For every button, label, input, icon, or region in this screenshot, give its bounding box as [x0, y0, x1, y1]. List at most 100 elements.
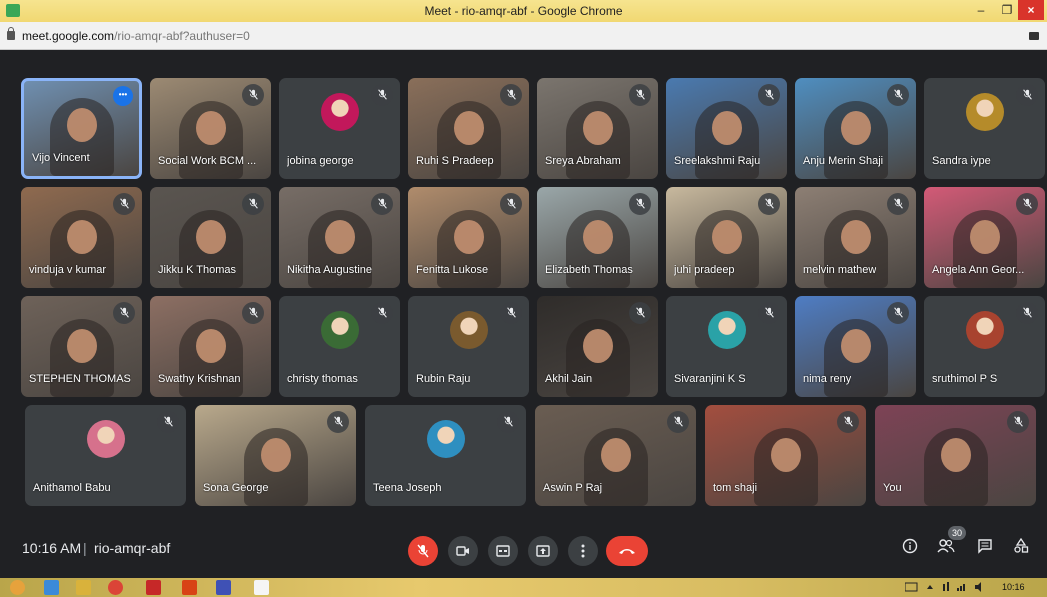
participant-tile[interactable]: Swathy Krishnan	[150, 296, 271, 397]
mic-off-icon	[371, 84, 393, 106]
url-path: /rio-amqr-abf?authuser=0	[114, 29, 250, 43]
participant-video	[178, 210, 243, 288]
participant-tile[interactable]: Sivaranjini K S	[666, 296, 787, 397]
url-text[interactable]: meet.google.com/rio-amqr-abf?authuser=0	[22, 29, 250, 43]
participant-tile[interactable]: Anju Merin Shaji	[795, 78, 916, 179]
cast-icon[interactable]	[1029, 32, 1039, 40]
participant-tile[interactable]: Rubin Raju	[408, 296, 529, 397]
people-icon[interactable]	[934, 538, 958, 562]
participant-tile[interactable]: Aswin P Raj	[535, 405, 696, 506]
participant-tile[interactable]: melvin mathew	[795, 187, 916, 288]
meeting-time: 10:16 AM	[22, 540, 82, 556]
participant-tile[interactable]: Anithamol Babu	[25, 405, 186, 506]
participant-tile[interactable]: Nikitha Augustine	[279, 187, 400, 288]
participant-tile[interactable]: sruthimol P S	[924, 296, 1045, 397]
participant-tile[interactable]: ••• Vijo Vincent	[21, 78, 142, 179]
participant-name: Aswin P Raj	[543, 482, 603, 494]
captions-icon[interactable]	[488, 536, 518, 566]
mic-off-icon	[629, 302, 651, 324]
ie-icon[interactable]	[44, 580, 59, 595]
participant-video	[307, 210, 372, 288]
start-icon[interactable]	[10, 580, 25, 595]
mic-off-icon[interactable]	[408, 536, 438, 566]
participant-tile[interactable]: Social Work BCM ...	[150, 78, 271, 179]
participant-name: STEPHEN THOMAS	[29, 373, 131, 385]
participant-tile[interactable]: juhi pradeep	[666, 187, 787, 288]
participant-name: juhi pradeep	[674, 264, 735, 276]
mic-off-icon	[371, 193, 393, 215]
address-bar[interactable]: meet.google.com/rio-amqr-abf?authuser=0	[0, 22, 1047, 50]
mic-off-icon	[1016, 193, 1038, 215]
participant-avatar	[965, 93, 1004, 132]
minimize-button[interactable]: –	[968, 0, 994, 20]
participant-name: Fenitta Lukose	[416, 264, 489, 276]
chrome-icon[interactable]	[108, 580, 123, 595]
participant-name: Sivaranjini K S	[674, 373, 746, 385]
document-icon[interactable]	[254, 580, 269, 595]
participant-tile[interactable]: Sona George	[195, 405, 356, 506]
info-icon[interactable]	[898, 538, 922, 562]
participant-tile[interactable]: Sreya Abraham	[537, 78, 658, 179]
participant-tile[interactable]: Fenitta Lukose	[408, 187, 529, 288]
participant-video	[565, 319, 630, 397]
participant-video	[694, 210, 759, 288]
window-title: Meet - rio-amqr-abf - Google Chrome	[424, 4, 623, 18]
participant-video	[923, 428, 988, 506]
participant-avatar	[320, 311, 359, 350]
maximize-button[interactable]: ❐	[994, 0, 1020, 20]
participant-name: nima reny	[803, 373, 852, 385]
participant-tile[interactable]: Elizabeth Thomas	[537, 187, 658, 288]
participant-name: Nikitha Augustine	[287, 264, 372, 276]
participant-name: Anithamol Babu	[33, 482, 111, 494]
participant-tile[interactable]: Ruhi S Pradeep	[408, 78, 529, 179]
participant-name: Sandra iype	[932, 155, 991, 167]
close-button[interactable]: ×	[1018, 0, 1044, 20]
participant-name: jobina george	[287, 155, 354, 167]
activities-icon[interactable]	[1009, 537, 1033, 562]
mic-off-icon	[887, 302, 909, 324]
more-options-icon[interactable]: •••	[113, 86, 133, 106]
mic-off-icon	[1007, 411, 1029, 433]
camera-icon[interactable]	[448, 536, 478, 566]
participant-tile[interactable]: Sandra iype	[924, 78, 1045, 179]
present-icon[interactable]	[528, 536, 558, 566]
mic-off-icon	[327, 411, 349, 433]
app-icon[interactable]	[182, 580, 197, 595]
participant-video	[178, 319, 243, 397]
participant-name: Angela Ann Geor...	[932, 264, 1025, 276]
mic-off-icon	[371, 302, 393, 324]
chat-icon[interactable]	[973, 538, 997, 562]
participant-tile[interactable]: Sreelakshmi Raju	[666, 78, 787, 179]
folder-icon[interactable]	[76, 580, 91, 595]
participant-avatar	[86, 420, 125, 459]
participant-avatar	[707, 311, 746, 350]
mic-off-icon	[157, 411, 179, 433]
participant-tile[interactable]: tom shaji	[705, 405, 866, 506]
media-icon[interactable]	[216, 580, 231, 595]
participant-tile[interactable]: Teena Joseph	[365, 405, 526, 506]
meet-grid: ••• Vijo Vincent Social Work BCM ... jobina…	[0, 50, 1047, 578]
participant-tile[interactable]: Angela Ann Geor...	[924, 187, 1045, 288]
mic-off-icon	[758, 193, 780, 215]
meeting-code: rio-amqr-abf	[94, 540, 171, 556]
system-tray[interactable]	[904, 581, 995, 596]
participant-tile[interactable]: Akhil Jain	[537, 296, 658, 397]
participant-tile[interactable]: nima reny	[795, 296, 916, 397]
participant-video	[952, 210, 1017, 288]
participant-tile[interactable]: jobina george	[279, 78, 400, 179]
participant-name: christy thomas	[287, 373, 358, 385]
mic-off-icon	[667, 411, 689, 433]
participant-tile[interactable]: You	[875, 405, 1036, 506]
participant-name: Ruhi S Pradeep	[416, 155, 494, 167]
pdf-icon[interactable]	[146, 580, 161, 595]
participant-tile[interactable]: christy thomas	[279, 296, 400, 397]
participant-name: Rubin Raju	[416, 373, 471, 385]
hang-up-icon[interactable]	[606, 536, 648, 566]
lock-icon	[7, 27, 15, 40]
participant-tile[interactable]: vinduja v kumar	[21, 187, 142, 288]
mic-off-icon	[242, 193, 264, 215]
mic-off-icon	[887, 193, 909, 215]
participant-tile[interactable]: STEPHEN THOMAS	[21, 296, 142, 397]
participant-tile[interactable]: Jikku K Thomas	[150, 187, 271, 288]
more-vert-icon[interactable]	[568, 536, 598, 566]
